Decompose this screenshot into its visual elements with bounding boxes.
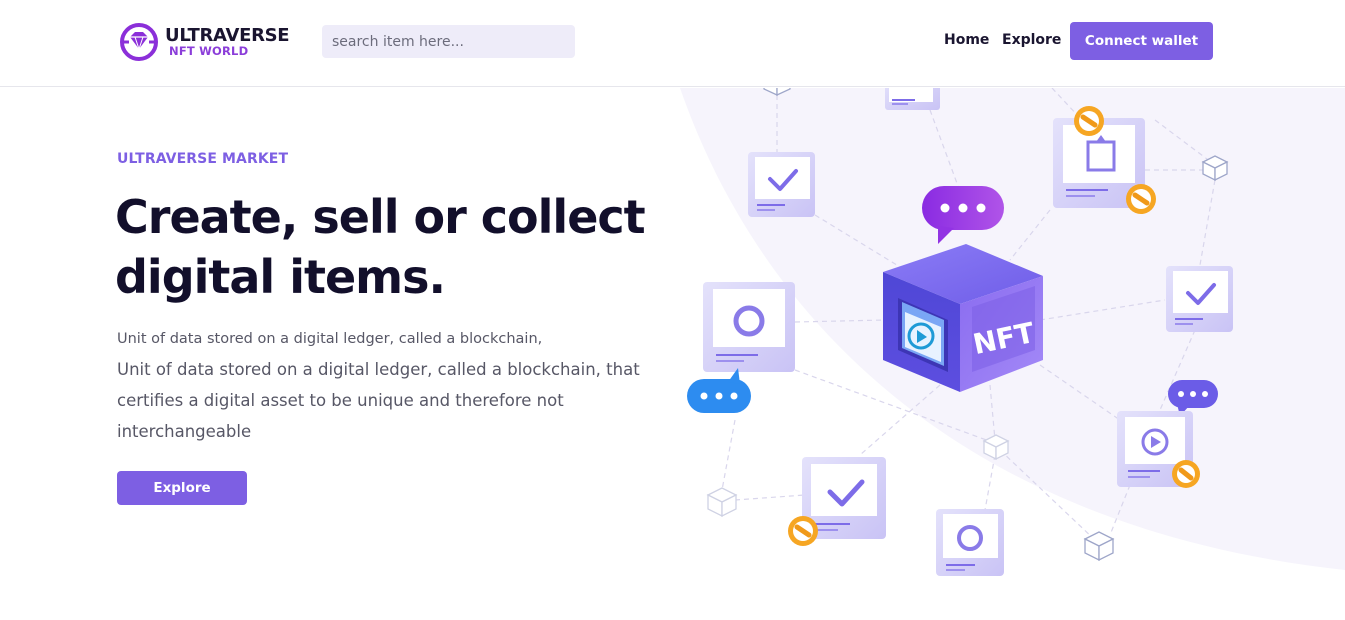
hero-explore-button[interactable]: Explore — [117, 471, 247, 505]
chat-bubble-icon — [687, 368, 751, 413]
card-top-partial — [885, 88, 940, 110]
nft-network-illustration: NFT — [687, 88, 1233, 576]
brand-tagline: NFT WORLD — [169, 43, 249, 58]
chat-bubble-icon — [922, 186, 1004, 244]
hero-subtitle-long: Unit of data stored on a digital ledger,… — [117, 360, 640, 441]
nft-cube: NFT — [883, 244, 1043, 392]
search-input[interactable] — [322, 25, 575, 58]
brand-logo[interactable]: ULTRAVERSE NFT WORLD — [117, 22, 297, 62]
card-check-icon — [1166, 266, 1233, 332]
nav-explore-link[interactable]: Explore — [1002, 32, 1061, 48]
card-check-icon — [748, 152, 815, 217]
connect-wallet-button[interactable]: Connect wallet — [1070, 22, 1213, 60]
coin-icon — [788, 516, 818, 546]
chat-bubble-icon — [1168, 380, 1218, 416]
hero-headline: Create, sell or collect digital items. — [115, 190, 646, 304]
coin-icon — [1074, 106, 1104, 136]
card-circle-icon — [936, 509, 1004, 576]
diamond-logo-icon — [120, 23, 158, 61]
nav-home-link[interactable]: Home — [944, 32, 989, 48]
brand-name: ULTRAVERSE — [165, 24, 290, 46]
coin-icon — [1126, 184, 1156, 214]
hero-eyebrow: ULTRAVERSE MARKET — [117, 151, 289, 167]
card-circle-icon — [703, 282, 795, 372]
hero-subtitle-short: Unit of data stored on a digital ledger,… — [117, 331, 543, 347]
coin-icon — [1172, 460, 1200, 488]
site-header: ULTRAVERSE NFT WORLD Home Explore Connec… — [0, 0, 1345, 87]
